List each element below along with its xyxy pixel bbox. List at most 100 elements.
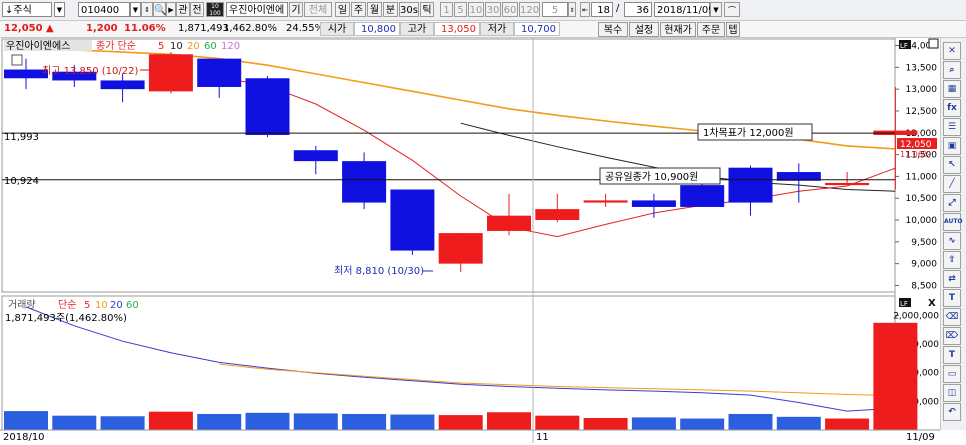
line-tool-icon[interactable]: ╱ — [943, 175, 961, 193]
erase-all-tool-icon[interactable]: ⌦ — [943, 327, 961, 345]
volume-bar-10 — [487, 412, 531, 430]
volume-bar-18 — [873, 322, 918, 430]
stock-code-input[interactable]: 010400 — [78, 2, 130, 17]
price-tick-label-1: 9,000 — [911, 260, 937, 270]
indicator-tool-icon[interactable]: ▦ — [943, 80, 961, 98]
vol-legend-ma5: 5 — [84, 300, 90, 311]
auto-tool-icon[interactable]: AUTO — [943, 213, 963, 231]
arrow-tool-icon[interactable]: ⇧ — [943, 251, 961, 269]
grid-tool-icon[interactable]: ▣ — [943, 137, 961, 155]
fx-tool-icon[interactable]: fx — [943, 99, 961, 117]
lf-marker-label-vol: LF — [900, 300, 908, 308]
price-tick-label-9: 13,000 — [906, 85, 938, 95]
search-tool-icon[interactable]: ⌕ — [943, 61, 961, 79]
text-box-tool-icon[interactable]: T — [943, 346, 961, 364]
btn-gi[interactable]: 기 — [289, 2, 303, 17]
interval-5[interactable]: 5 — [454, 2, 467, 17]
wave-tool-icon[interactable]: ∿ — [943, 232, 961, 250]
cycle-tool-icon[interactable]: ⇄ — [943, 270, 961, 288]
search-icon[interactable]: 🔍 — [153, 2, 166, 17]
volume-bar-15 — [728, 413, 773, 430]
chart-type-icon[interactable]: ⌒ — [724, 2, 740, 17]
undo-tool-icon[interactable]: ↶ — [943, 403, 961, 421]
price-change: 1,200 — [86, 23, 118, 34]
period-month[interactable]: 월 — [367, 2, 382, 17]
interval-60[interactable]: 60 — [502, 2, 518, 17]
vol-pane-close-icon[interactable]: X — [928, 298, 936, 309]
checkbox-icon[interactable] — [11, 54, 23, 66]
pointer-tool-icon[interactable]: ↖ — [943, 156, 961, 174]
code-dropdown-icon[interactable]: ▼ — [130, 2, 141, 17]
count-input[interactable]: 18 — [591, 2, 613, 17]
btn-all[interactable]: 전체 — [304, 2, 332, 17]
scroll-back-icon[interactable]: ⇤ — [580, 2, 590, 17]
cross-tool-icon[interactable]: ✕ — [943, 42, 961, 60]
play-icon[interactable]: ▶ — [166, 2, 176, 17]
volume: 1,871,493 — [178, 23, 229, 34]
spin-icon[interactable]: ⇕ — [141, 2, 153, 17]
eraser-tool-icon[interactable]: ⌫ — [943, 308, 961, 326]
volume-bar-16 — [776, 416, 821, 430]
trend-tool-icon[interactable]: ⤢ — [943, 194, 961, 212]
volume-bar-1 — [52, 415, 97, 430]
btn-gwan[interactable]: 관 — [176, 2, 190, 17]
count-separator: / — [616, 3, 620, 14]
period-tick[interactable]: 틱 — [420, 2, 434, 17]
candle-body-13 — [631, 200, 676, 207]
window-tool-icon[interactable]: ◫ — [943, 384, 961, 402]
btn-ratio[interactable]: 10 100 — [206, 2, 224, 17]
text-tool-icon[interactable]: T — [943, 289, 961, 307]
volume-bar-8 — [390, 414, 435, 430]
interval-1[interactable]: 1 — [440, 2, 453, 17]
period-30s[interactable]: 30s — [399, 2, 419, 17]
pane-close-icon[interactable] — [928, 38, 939, 49]
legend-ma20: 20 — [187, 41, 200, 52]
current-price: 12,050 — [4, 23, 43, 34]
high-value: 13,050 — [434, 22, 480, 36]
btn-current-price[interactable]: 현재가 — [660, 22, 696, 37]
interval-10[interactable]: 10 — [468, 2, 484, 17]
shape-tool-icon[interactable]: ▭ — [943, 365, 961, 383]
candle-body-12 — [583, 200, 628, 203]
high-label: 고가 — [400, 22, 434, 36]
interval-30[interactable]: 30 — [485, 2, 501, 17]
btn-settings[interactable]: 설정 — [629, 22, 659, 37]
x-label-right: 11/09 — [906, 432, 935, 443]
btn-order[interactable]: 주문 — [697, 22, 725, 37]
period-week[interactable]: 주 — [351, 2, 366, 17]
period-minute[interactable]: 분 — [383, 2, 398, 17]
date-dropdown-icon[interactable]: ▼ — [710, 2, 722, 17]
list-tool-icon[interactable]: ☰ — [943, 118, 961, 136]
candle-body-10 — [487, 215, 531, 231]
market-select[interactable]: ↓주식 — [2, 2, 52, 17]
interval-input[interactable]: 5 — [542, 2, 568, 17]
volume-bar-17 — [825, 418, 870, 430]
volume-ratio: 1,462.80% — [223, 23, 278, 34]
btn-tab[interactable]: 텝 — [726, 22, 740, 37]
vol-readout: 1,871,493주(1,462.80%) — [5, 313, 127, 324]
legend-ma60: 60 — [204, 41, 217, 52]
price-tick-label-4: 10,500 — [906, 194, 938, 204]
candle-body-15 — [728, 167, 773, 203]
btn-jeon[interactable]: 전 — [190, 2, 204, 17]
market-dropdown-icon[interactable]: ▼ — [54, 2, 65, 17]
annotation-target: 1차목표가 12,000원 — [703, 127, 794, 139]
date-input[interactable]: 2018/11/09 — [654, 2, 715, 17]
volume-bar-3 — [148, 411, 193, 430]
volume-bar-13 — [631, 417, 676, 430]
hts-chart-window: { "toolbar": { "period_select": "↓주식", "… — [0, 0, 966, 445]
btn-multi[interactable]: 복수 — [598, 22, 628, 37]
volume-bar-2 — [100, 416, 145, 430]
legend-ma120: 120 — [221, 41, 240, 52]
interval-spin-icon[interactable]: ⇕ — [568, 2, 576, 17]
turnover: 24.55% — [286, 23, 325, 34]
volume-bar-7 — [342, 413, 387, 430]
interval-120[interactable]: 120 — [519, 2, 540, 17]
total-input[interactable]: 36 — [624, 2, 652, 17]
volume-bar-12 — [583, 417, 628, 430]
legend-stock-name: 우진아이엔에스 — [6, 40, 70, 52]
annotation-low: 최저 8,810 (10/30) — [334, 265, 424, 277]
period-day[interactable]: 일 — [335, 2, 350, 17]
candle-body-7 — [342, 161, 387, 203]
volume-bar-11 — [535, 415, 580, 430]
